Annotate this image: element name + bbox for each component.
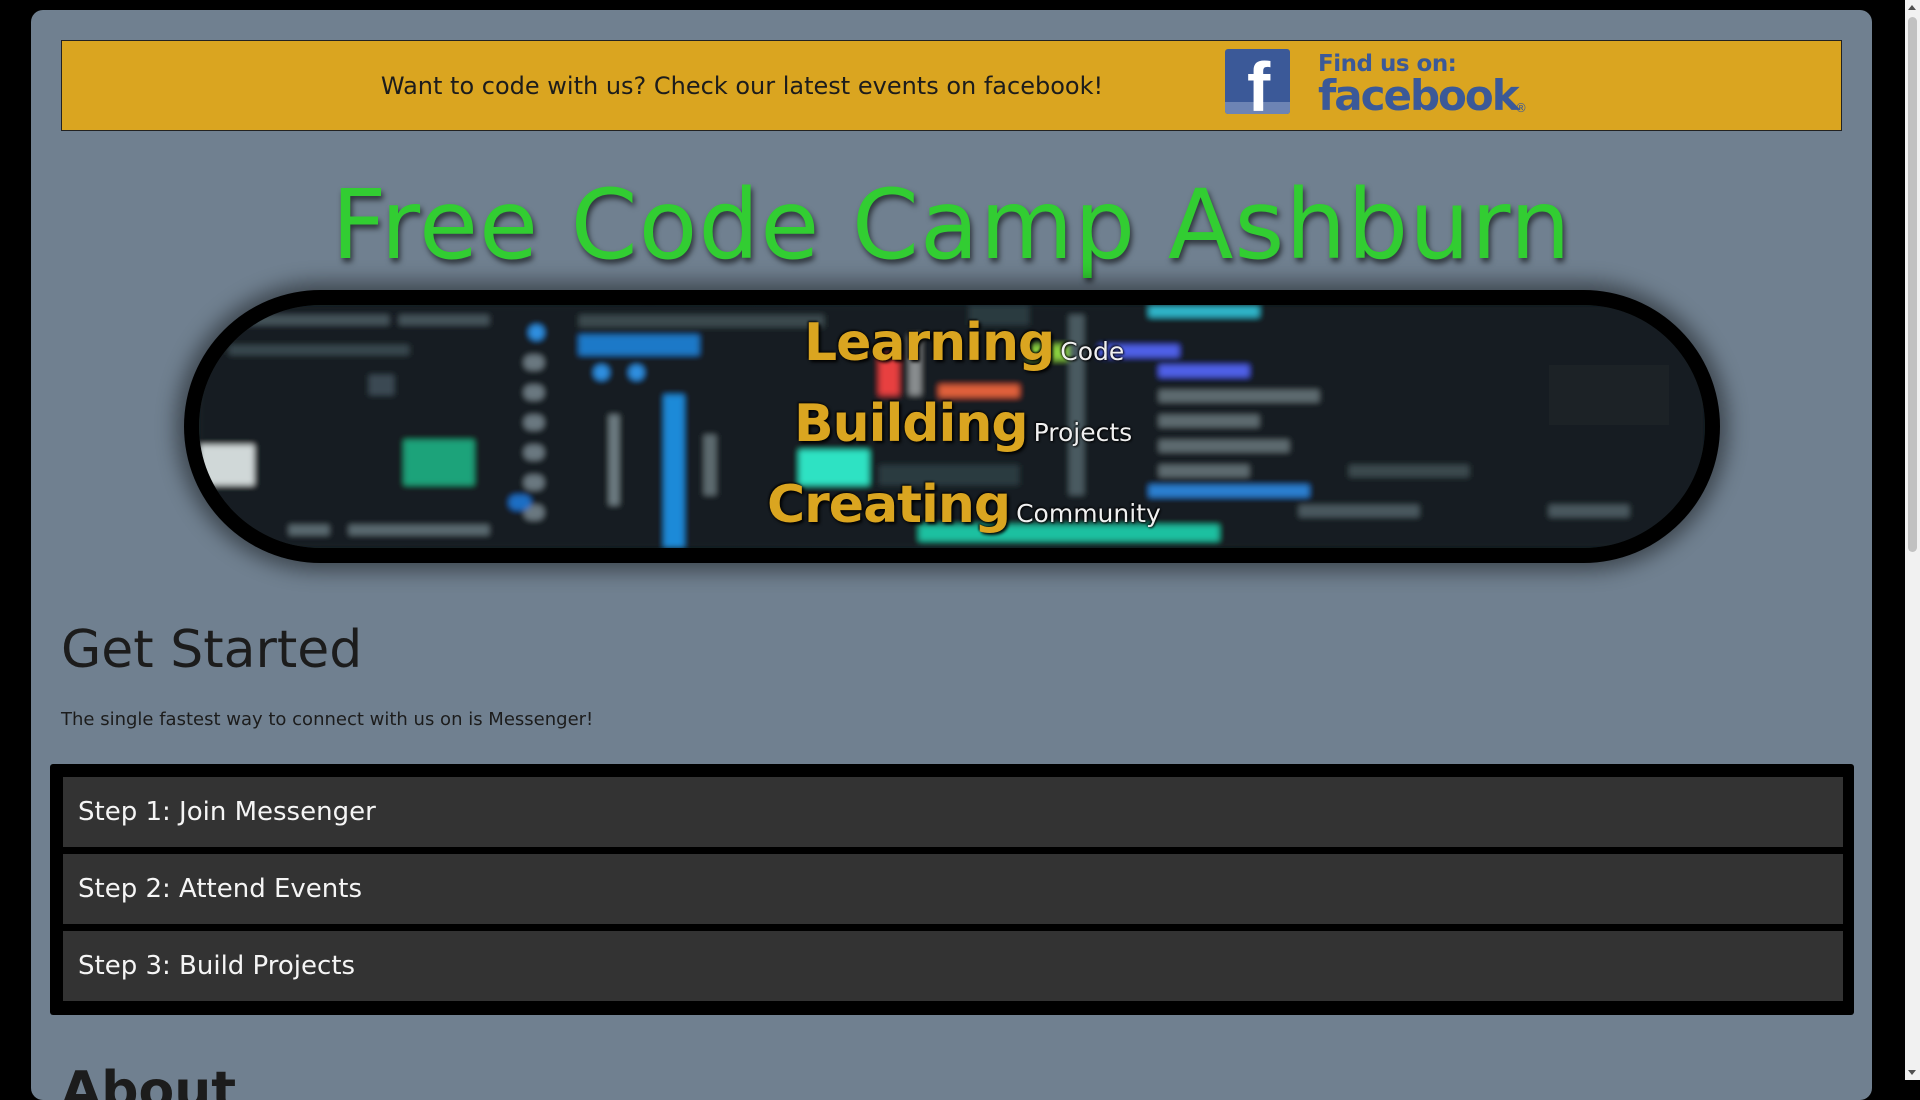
scroll-up-arrow-icon[interactable] bbox=[1908, 5, 1916, 10]
step-attend-events[interactable]: Step 2: Attend Events bbox=[63, 854, 1843, 924]
facebook-f-square-icon: f bbox=[1225, 49, 1290, 114]
hero-background-image: Learning Code Building Projects Creating Co… bbox=[199, 305, 1705, 548]
hero-word-building: Building bbox=[794, 394, 1029, 454]
hero-tagline: Learning Code Building Projects Creating Co… bbox=[199, 305, 1705, 548]
hero-row-creating: Creating Community bbox=[767, 475, 1161, 535]
get-started-title: Get Started bbox=[61, 620, 363, 680]
facebook-banner-text: Want to code with us? Check our latest e… bbox=[380, 72, 1104, 100]
hero-word-community: Community bbox=[1016, 499, 1161, 528]
hero-banner: Learning Code Building Projects Creating Co… bbox=[184, 290, 1720, 563]
facebook-registered-mark: ® bbox=[1515, 101, 1527, 115]
page-scrollbar[interactable] bbox=[1905, 0, 1920, 1080]
site-title: Free Code Camp Ashburn bbox=[331, 169, 1572, 281]
facebook-f-letter: f bbox=[1247, 49, 1271, 114]
get-started-text: The single fastest way to connect with u… bbox=[61, 709, 594, 730]
hero-word-code: Code bbox=[1060, 337, 1125, 366]
hero-word-projects: Projects bbox=[1033, 418, 1133, 447]
hero-row-learning: Learning Code bbox=[804, 313, 1124, 373]
hero-word-learning: Learning bbox=[804, 313, 1055, 373]
scrollbar-thumb[interactable] bbox=[1908, 17, 1917, 552]
hero-row-building: Building Projects bbox=[794, 394, 1132, 454]
facebook-logo-icon[interactable]: f Find us on: facebook ® bbox=[1225, 49, 1535, 124]
step-build-projects[interactable]: Step 3: Build Projects bbox=[63, 931, 1843, 1001]
page-container: Want to code with us? Check our latest e… bbox=[31, 10, 1872, 1100]
about-title: About bbox=[61, 1061, 237, 1100]
facebook-wordmark: facebook bbox=[1318, 71, 1520, 120]
facebook-banner[interactable]: Want to code with us? Check our latest e… bbox=[61, 40, 1842, 131]
scroll-down-arrow-icon[interactable] bbox=[1908, 1070, 1916, 1075]
step-join-messenger[interactable]: Step 1: Join Messenger bbox=[63, 777, 1843, 847]
steps-accordion: Step 1: Join Messenger Step 2: Attend Ev… bbox=[50, 764, 1854, 1015]
hero-word-creating: Creating bbox=[767, 475, 1011, 535]
